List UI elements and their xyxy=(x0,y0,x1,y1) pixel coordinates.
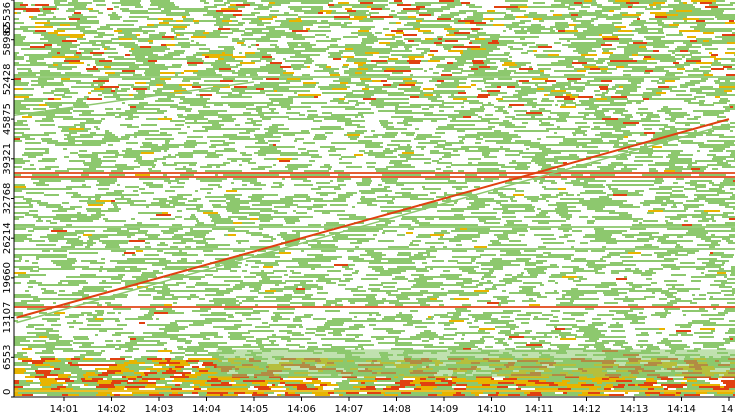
x-tick-label: 14:10 xyxy=(477,404,506,415)
heatmap-cells xyxy=(14,0,735,396)
y-tick-label: 65536 xyxy=(2,2,13,34)
y-tick-label: 6553 xyxy=(2,345,13,370)
x-tick-label: 14:13 xyxy=(620,404,649,415)
x-tick-label: 14:11 xyxy=(525,404,554,415)
y-tick-label: 13107 xyxy=(2,302,13,334)
x-tick-label: 14:09 xyxy=(430,404,459,415)
x-tick-label: 14 xyxy=(721,404,734,415)
x-axis: 14:01 14:02 14:03 14:04 14:05 14:06 14:07 14:08… xyxy=(14,396,735,415)
x-tick-label: 14:08 xyxy=(382,404,411,415)
y-tick-label: 39321 xyxy=(2,143,13,175)
x-tick-label: 14:06 xyxy=(287,404,316,415)
x-tick-label: 14:04 xyxy=(192,404,221,415)
y-tick-label: 32768 xyxy=(2,183,13,215)
x-tick-label: 14:07 xyxy=(335,404,364,415)
heatmap-chart: 0 6553 13107 19660 26214 32768 39321 45875 52428… xyxy=(2,0,735,415)
y-axis: 0 6553 13107 19660 26214 32768 39321 45875 52428… xyxy=(2,0,15,398)
y-tick-label: 45875 xyxy=(2,103,13,135)
x-tick-label: 14:14 xyxy=(667,404,696,415)
x-tick-label: 14:01 xyxy=(50,404,79,415)
y-tick-label: 0 xyxy=(2,389,13,395)
y-tick-label: 26214 xyxy=(2,222,13,254)
y-tick-label: 52428 xyxy=(2,63,13,95)
x-tick-label: 14:03 xyxy=(145,404,174,415)
x-tick-label: 14:05 xyxy=(240,404,269,415)
x-tick-label: 14:12 xyxy=(572,404,601,415)
x-tick-label: 14:02 xyxy=(97,404,126,415)
y-tick-label: 19660 xyxy=(2,262,13,294)
